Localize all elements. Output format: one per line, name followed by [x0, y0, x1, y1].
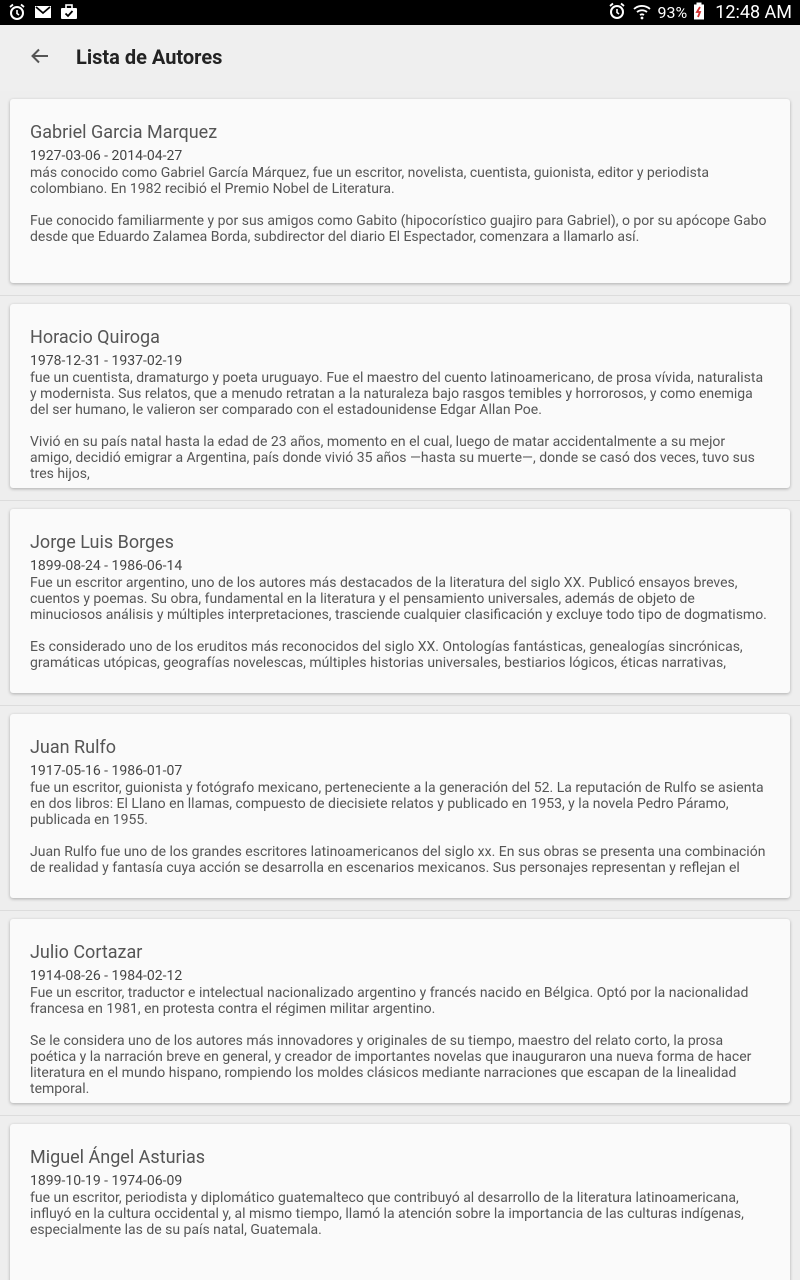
author-bio: Fue un escritor, traductor e intelectual… — [30, 985, 752, 1097]
author-dates: 1917-05-16 - 1986-01-07 — [30, 763, 183, 779]
author-name: Juan Rulfo — [30, 737, 116, 758]
list-item: Jorge Luis Borges 1899-08-24 - 1986-06-1… — [0, 501, 800, 706]
author-name: Julio Cortazar — [30, 942, 143, 963]
author-dates: 1914-08-26 - 1984-02-12 — [30, 968, 183, 984]
author-card[interactable]: Miguel Ángel Asturias 1899-10-19 - 1974-… — [10, 1124, 790, 1280]
author-card[interactable]: Gabriel Garcia Marquez 1927-03-06 - 2014… — [10, 99, 790, 283]
wifi-icon — [632, 2, 652, 24]
author-name: Jorge Luis Borges — [30, 532, 174, 553]
list-item: Gabriel Garcia Marquez 1927-03-06 - 2014… — [0, 91, 800, 296]
author-card[interactable]: Jorge Luis Borges 1899-08-24 - 1986-06-1… — [10, 509, 790, 693]
author-dates: 1927-03-06 - 2014-04-27 — [30, 148, 183, 164]
battery-icon — [693, 2, 705, 24]
battery-percent: 93% — [657, 3, 688, 22]
gmail-icon — [34, 3, 52, 21]
back-button[interactable] — [22, 40, 58, 76]
list-item: Juan Rulfo 1917-05-16 - 1986-01-07 fue u… — [0, 706, 800, 911]
author-bio: fue un escritor, guionista y fotógrafo m… — [30, 780, 766, 876]
clock: 12:48 AM — [715, 2, 792, 23]
list-item: Horacio Quiroga 1978-12-31 - 1937-02-19 … — [0, 296, 800, 501]
page-title: Lista de Autores — [76, 45, 223, 69]
author-card[interactable]: Juan Rulfo 1917-05-16 - 1986-01-07 fue u… — [10, 714, 790, 898]
author-dates: 1978-12-31 - 1937-02-19 — [30, 353, 183, 369]
author-bio: fue un escritor, periodista y diplomátic… — [30, 1190, 744, 1238]
author-dates: 1899-08-24 - 1986-06-14 — [30, 558, 183, 574]
list-item: Julio Cortazar 1914-08-26 - 1984-02-12 F… — [0, 911, 800, 1116]
author-bio: Fue un escritor argentino, uno de los au… — [30, 575, 767, 671]
author-name: Horacio Quiroga — [30, 327, 160, 348]
list-item: Miguel Ángel Asturias 1899-10-19 - 1974-… — [0, 1116, 800, 1280]
author-bio: más conocido como Gabriel García Márquez… — [30, 165, 767, 245]
status-bar: 93% 12:48 AM — [0, 0, 800, 25]
briefcase-check-icon — [60, 3, 78, 21]
author-name: Miguel Ángel Asturias — [30, 1147, 206, 1168]
author-bio: fue un cuentista, dramaturgo y poeta uru… — [30, 370, 764, 482]
author-dates: 1899-10-19 - 1974-06-09 — [30, 1173, 183, 1189]
authors-list[interactable]: Gabriel Garcia Marquez 1927-03-06 - 2014… — [0, 91, 800, 1280]
alarm-icon — [608, 2, 626, 24]
system-icons: 93% 12:48 AM — [608, 0, 792, 25]
app-bar: Lista de Autores — [0, 25, 800, 91]
notification-icons — [8, 3, 78, 21]
arrow-back-icon — [30, 46, 50, 70]
author-card[interactable]: Julio Cortazar 1914-08-26 - 1984-02-12 F… — [10, 919, 790, 1103]
author-name: Gabriel Garcia Marquez — [30, 122, 218, 143]
author-card[interactable]: Horacio Quiroga 1978-12-31 - 1937-02-19 … — [10, 304, 790, 488]
alarm-icon — [8, 3, 26, 21]
